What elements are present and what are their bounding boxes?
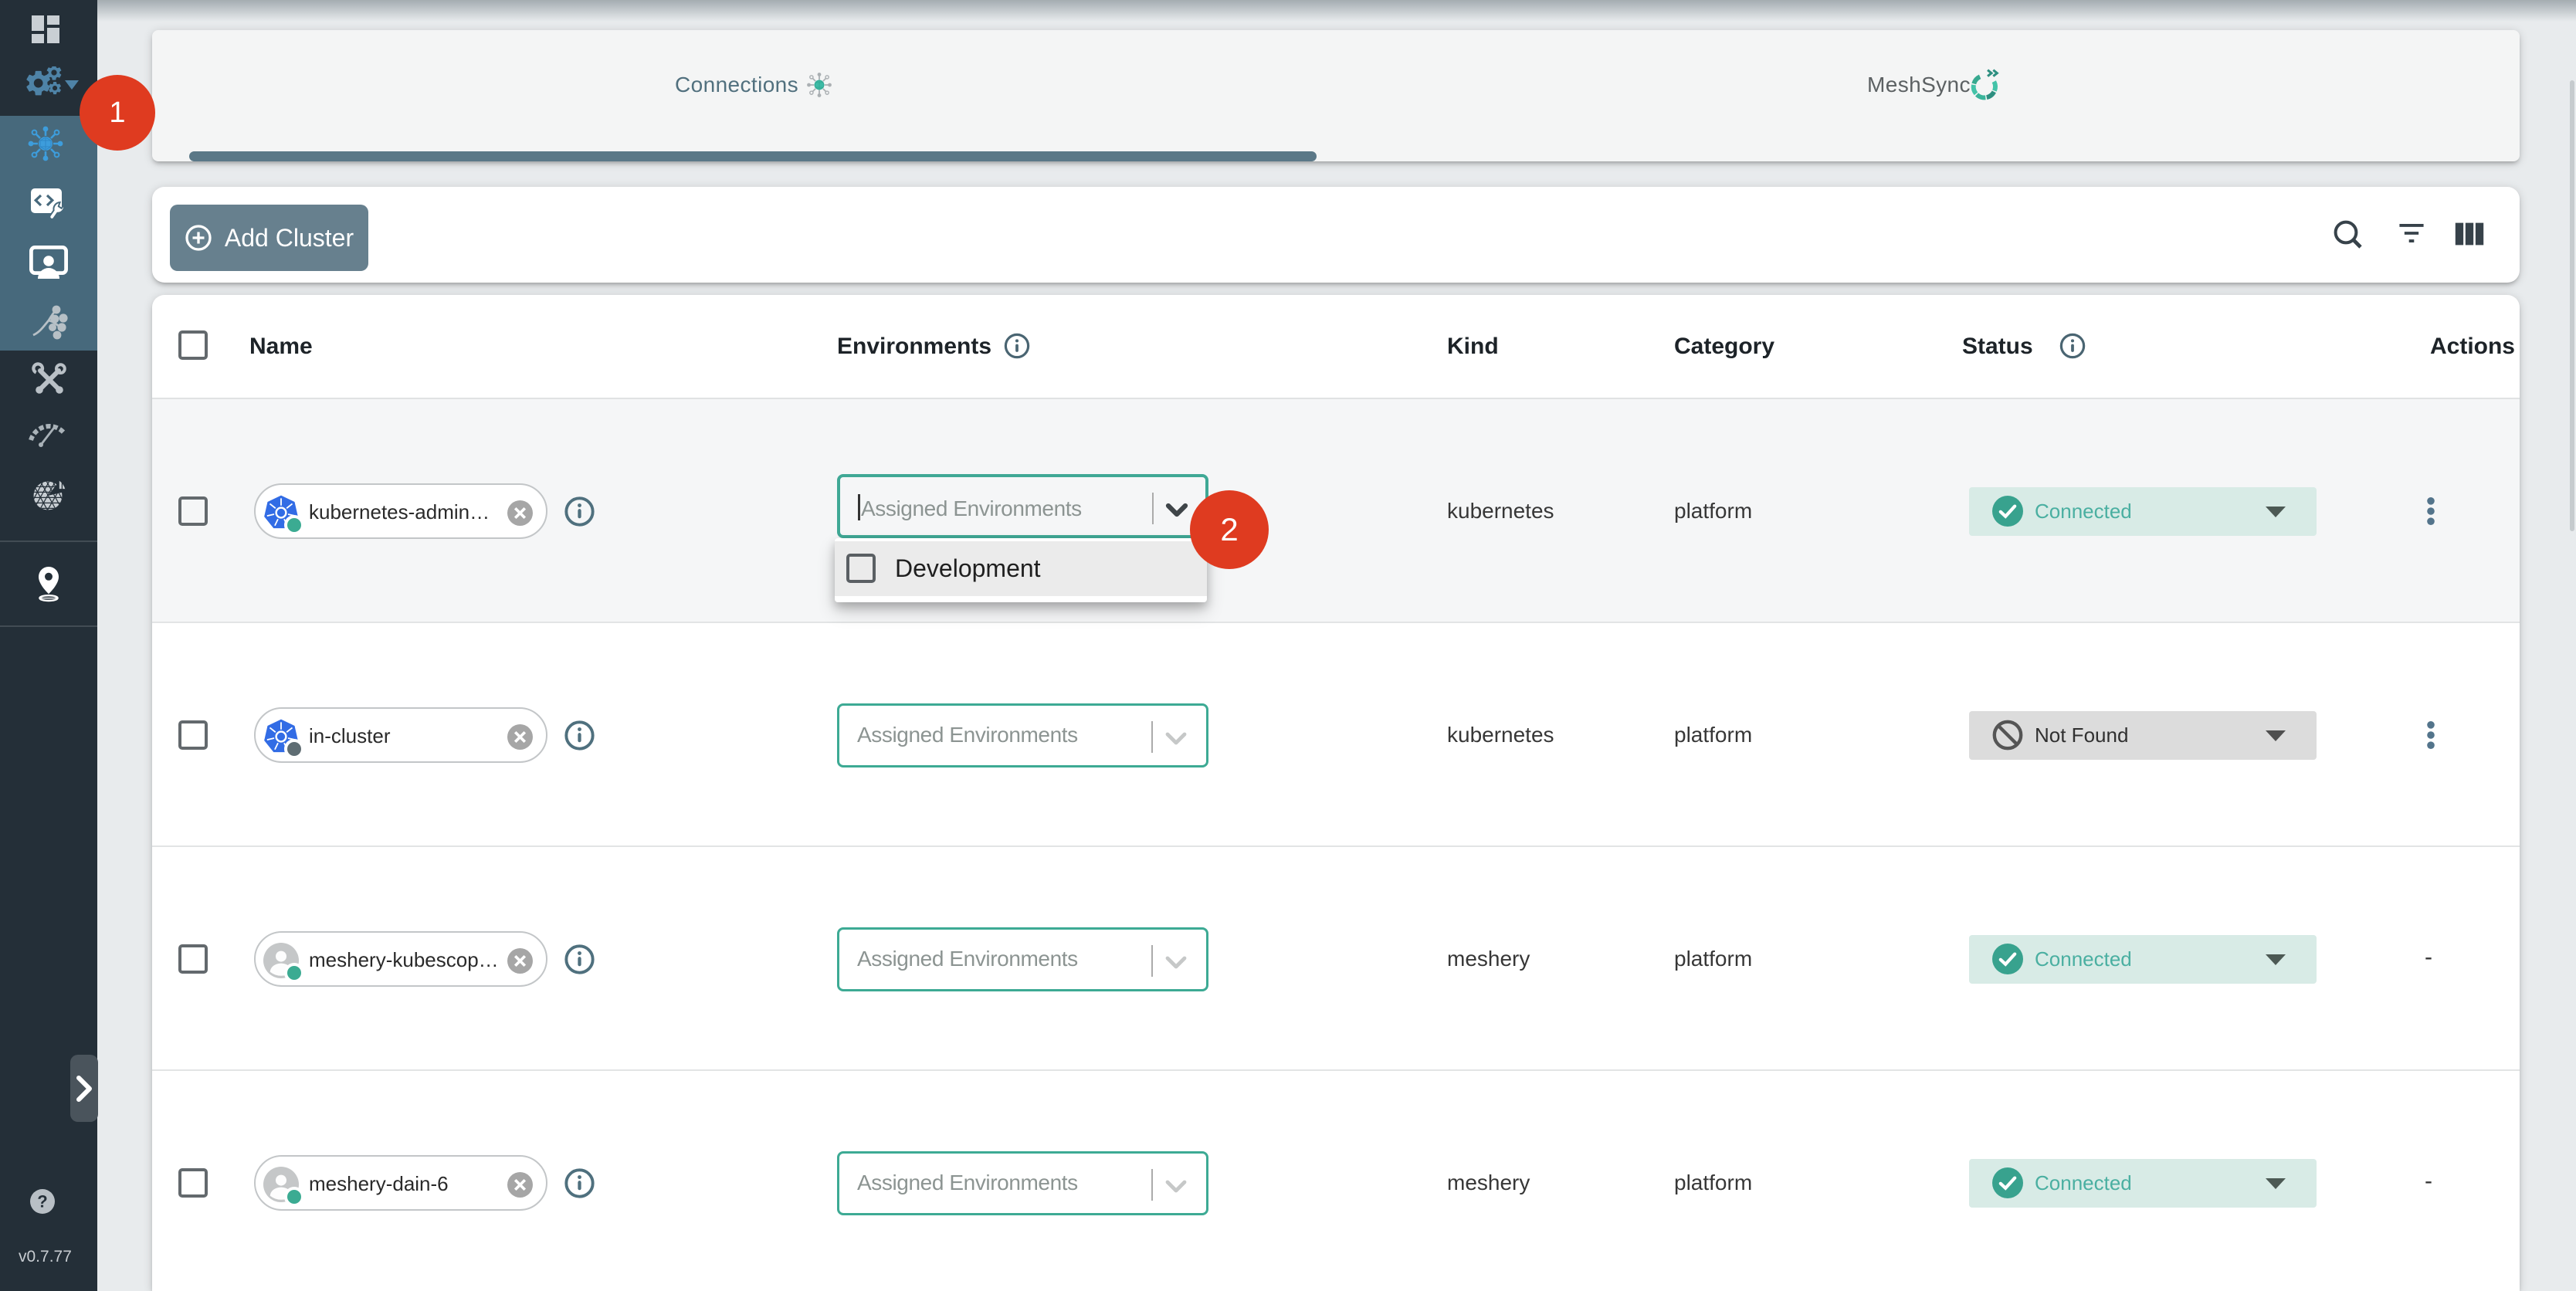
svg-text:?: ?	[37, 1192, 47, 1211]
